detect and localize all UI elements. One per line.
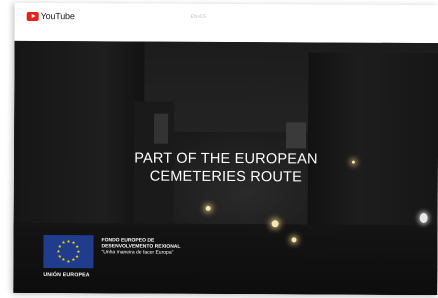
fund-text: FONDO EUROPEO DE DESENVOLVEMENTO REXIONA… — [101, 237, 180, 255]
eu-star-icon: ★ — [66, 258, 71, 264]
youtube-logo-text: YouTube — [40, 11, 75, 22]
eu-star-icon: ★ — [66, 238, 71, 244]
street-light — [419, 213, 428, 224]
video-player[interactable]: PART OF THE EUROPEAN CEMETERIES ROUTE ★ ★… — [13, 40, 438, 296]
eu-star-icon: ★ — [57, 253, 62, 259]
eu-star-icon: ★ — [75, 253, 80, 259]
eu-star-icon: ★ — [61, 239, 66, 245]
youtube-logo[interactable]: YouTube — [26, 11, 75, 22]
street-light — [291, 237, 297, 243]
eu-star-icon: ★ — [61, 257, 66, 263]
eu-star-icon: ★ — [71, 257, 76, 263]
video-title-overlay: PART OF THE EUROPEAN CEMETERIES ROUTE — [14, 149, 438, 187]
fund-motto: "Unha maneira de facer Europa" — [101, 249, 174, 256]
youtube-play-icon — [26, 11, 39, 21]
youtube-header: YouTube EN·ES — [14, 2, 438, 44]
street-light — [271, 220, 279, 228]
window — [154, 113, 169, 144]
eu-label: UNIÓN EUROPEA — [43, 272, 90, 279]
street-light — [205, 205, 211, 211]
window — [286, 122, 307, 149]
title-line-1: PART OF THE EUROPEAN — [134, 150, 318, 168]
eu-star-icon: ★ — [56, 248, 61, 254]
eu-star-icon: ★ — [75, 243, 80, 249]
header-faint-text: EN·ES — [190, 13, 206, 20]
browser-frame: YouTube EN·ES PART OF THE EUROPEAN CEMET… — [13, 2, 438, 296]
eu-flag-icon: ★ ★ ★ ★ ★ ★ ★ ★ ★ ★ ★ ★ — [43, 235, 94, 269]
title-line-2: CEMETERIES ROUTE — [149, 168, 303, 186]
